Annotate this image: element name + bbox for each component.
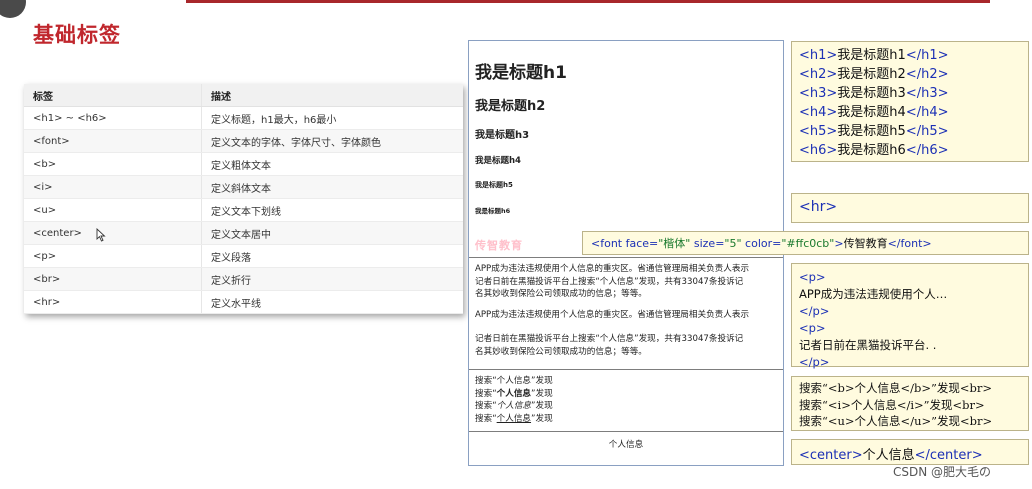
format-line-bold: 搜索“个人信息”发现 — [475, 388, 553, 399]
cell-tag: <p> — [24, 244, 202, 268]
header-accent-line — [186, 0, 990, 3]
table-row: <center> 定义文本居中 — [24, 221, 463, 245]
demo-horizontal-rule — [469, 257, 783, 258]
demo-h2: 我是标题h2 — [475, 99, 546, 114]
table-row: <hr> 定义水平线 — [24, 290, 463, 314]
code-line: </p> — [799, 355, 830, 369]
code-line: 搜索“<u>个人信息</u>”发现<br> — [799, 414, 993, 428]
avatar — [0, 0, 26, 18]
cell-desc: 定义斜体文本 — [201, 175, 463, 199]
cell-tag: <center> — [24, 221, 202, 245]
table-row: <font> 定义文本的字体、字体尺寸、字体颜色 — [24, 129, 463, 153]
demo-h4: 我是标题h4 — [475, 156, 521, 166]
cell-tag: <u> — [24, 198, 202, 222]
tag-table: 标签 描述 <h1> ~ <h6> 定义标题，h1最大，h6最小 <font> 定义… — [24, 84, 463, 314]
cell-desc: 定义水平线 — [201, 290, 463, 314]
code-box-font: <font face="楷体" size="5" color="#ffc0cb"… — [582, 231, 1029, 255]
demo-h1: 我是标题h1 — [475, 63, 567, 83]
code-line: 记者日前在黑猫投诉平台. . — [799, 338, 937, 352]
table-row: <b> 定义粗体文本 — [24, 152, 463, 176]
demo-h6: 我是标题h6 — [475, 207, 511, 215]
code-line: <p> — [799, 270, 826, 284]
demo-font-text: 传智教育 — [475, 239, 523, 252]
demo-horizontal-rule — [469, 369, 783, 370]
paragraph-line: APP成为违法违规使用个人信息的重灾区。省通信管理局相关负责人表示 — [475, 264, 750, 274]
format-line-plain: 搜索“个人信息”发现 — [475, 376, 553, 386]
code-line: </p> — [799, 304, 830, 318]
cell-tag: <h1> ~ <h6> — [24, 106, 202, 130]
cell-desc: 定义标题，h1最大，h6最小 — [201, 106, 463, 130]
page-title: 基础标签 — [33, 23, 121, 47]
mouse-cursor-icon — [96, 228, 106, 242]
code-line: <h1>我是标题h1</h1> — [799, 48, 949, 63]
table-row: <i> 定义斜体文本 — [24, 175, 463, 199]
cell-desc: 定义段落 — [201, 244, 463, 268]
cell-tag: <b> — [24, 152, 202, 176]
demo-h5: 我是标题h5 — [475, 181, 513, 189]
demo-centered-text: 个人信息 — [608, 440, 644, 450]
cell-desc: 定义文本的字体、字体尺寸、字体颜色 — [201, 129, 463, 153]
demo-h3: 我是标题h3 — [475, 130, 530, 141]
code-line: <h3>我是标题h3</h3> — [799, 86, 949, 101]
cell-desc: 定义粗体文本 — [201, 152, 463, 176]
watermark: CSDN @肥大毛の — [893, 465, 992, 479]
code-box-paragraph: <p> APP成为违法违规使用个人… </p> <p> 记者日前在黑猫投诉平台.… — [791, 263, 1029, 369]
table-header-row: 标签 描述 — [24, 84, 463, 107]
code-line: <h6>我是标题h6</h6> — [799, 143, 949, 158]
paragraph-line: 记者日前在黑猫投诉平台上搜索“个人信息”发现，共有33047条投诉记 — [475, 276, 744, 287]
format-line-underline: 搜索“个人信息”发现 — [475, 413, 553, 424]
code-box-format: 搜索“<b>个人信息</b>”发现<br> 搜索“<i>个人信息</i>”发现<… — [791, 376, 1029, 431]
cell-tag: <i> — [24, 175, 202, 199]
cell-tag: <font> — [24, 129, 202, 153]
format-line-italic: 搜索“个人信息”发现 — [475, 401, 553, 411]
cell-desc: 定义文本居中 — [201, 221, 463, 245]
demo-horizontal-rule — [469, 431, 783, 432]
paragraph-line: 名其妙收到保险公司领取成功的信息；等等。 — [475, 289, 647, 299]
column-header-tag: 标签 — [24, 84, 202, 107]
table-row: <h1> ~ <h6> 定义标题，h1最大，h6最小 — [24, 106, 463, 130]
code-line: <h5>我是标题h5</h5> — [799, 124, 949, 139]
code-line: 搜索“<i>个人信息</i>”发现<br> — [799, 397, 985, 412]
table-row: <p> 定义段落 — [24, 244, 463, 268]
code-line: <hr> — [799, 199, 838, 215]
code-line: APP成为违法违规使用个人… — [799, 287, 948, 301]
demo-paragraph: 记者日前在黑猫投诉平台上搜索“个人信息”发现，共有33047条投诉记 名其妙收到… — [475, 333, 783, 358]
column-header-desc: 描述 — [201, 84, 463, 107]
table-row: <u> 定义文本下划线 — [24, 198, 463, 222]
demo-paragraph: APP成为违法违规使用个人信息的重灾区。省通信管理局相关负责人表示 记者日前在黑… — [475, 263, 783, 301]
table-row: <br> 定义折行 — [24, 267, 463, 291]
paragraph-line: 名其妙收到保险公司领取成功的信息；等等。 — [475, 346, 647, 357]
code-box-hr: <hr> — [791, 193, 1029, 223]
cell-tag: <br> — [24, 267, 202, 291]
paragraph-line: APP成为违法违规使用个人信息的重灾区。省通信管理局相关负责人表示 — [475, 310, 750, 320]
demo-format-lines: 搜索“个人信息”发现 搜索“个人信息”发现 搜索“个人信息”发现 搜索“个人信息… — [475, 375, 553, 425]
demo-paragraph: APP成为违法违规使用个人信息的重灾区。省通信管理局相关负责人表示 — [475, 309, 783, 322]
code-line: <h4>我是标题h4</h4> — [799, 105, 949, 120]
code-line: 搜索“<b>个人信息</b>”发现<br> — [799, 381, 993, 395]
code-box-headings: <h1>我是标题h1</h1> <h2>我是标题h2</h2> <h3>我是标题… — [791, 41, 1029, 162]
code-box-center: <center>个人信息</center> — [791, 439, 1029, 465]
cell-desc: 定义折行 — [201, 267, 463, 291]
cell-tag: <hr> — [24, 290, 202, 314]
paragraph-line: 记者日前在黑猫投诉平台上搜索“个人信息”发现，共有33047条投诉记 — [475, 334, 744, 344]
code-line: <h2>我是标题h2</h2> — [799, 67, 949, 82]
code-line: <p> — [799, 321, 826, 335]
cell-desc: 定义文本下划线 — [201, 198, 463, 222]
